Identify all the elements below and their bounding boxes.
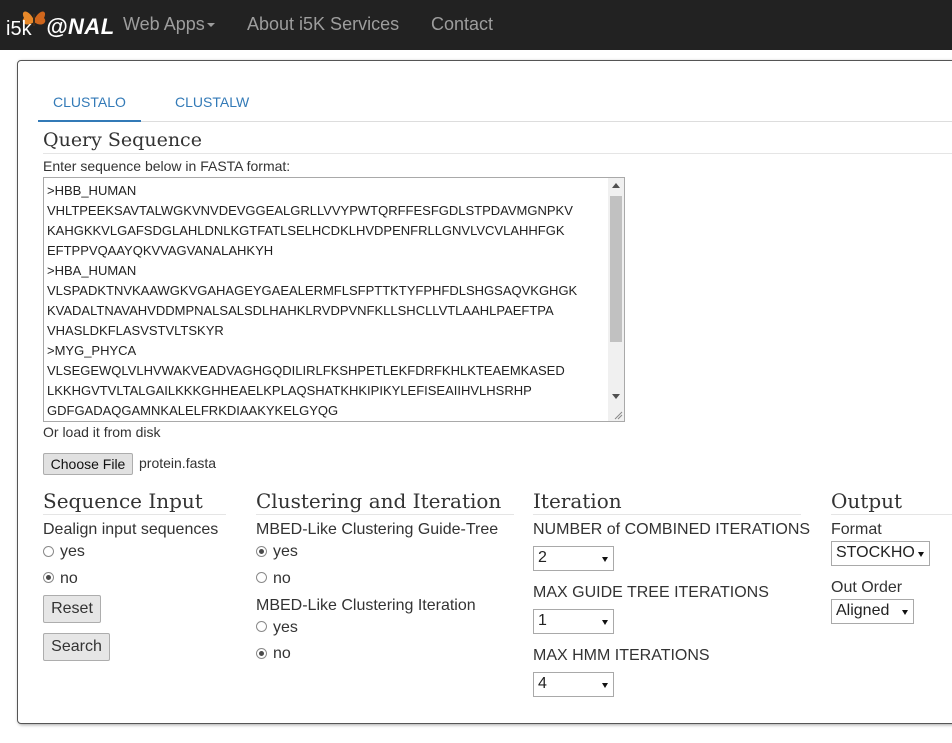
sequence-line: VLSEGEWQLVLHVWAKVEADVAGHGQDILIRLFKSHPETL… [47, 363, 565, 378]
sequence-line: KAHGKKVLGAFSDGLAHLDNLKGTFATLSELHCDKLHVDP… [47, 223, 565, 238]
top-navbar: i5k @NAL Web Apps About i5K Services Con… [0, 0, 952, 50]
combined-iterations-select[interactable]: 2 [533, 546, 614, 571]
nav-contact[interactable]: Contact [431, 14, 493, 35]
nav-about[interactable]: About i5K Services [247, 14, 399, 35]
max-guide-tree-value: 1 [538, 612, 547, 629]
clustering-iteration-no-radio[interactable] [256, 648, 267, 659]
out-order-label: Out Order [831, 579, 903, 596]
resize-grip-icon[interactable] [613, 410, 623, 420]
dealign-label: Dealign input sequences [43, 521, 219, 538]
dropdown-arrow-icon [602, 557, 608, 562]
sequence-line: GDFGADAQGAMNKALELFRKDIAAKYKELGYQG [47, 403, 339, 418]
sequence-text: >HBB_HUMAN VHLTPEEKSAVTALWGKVNVDEVGGEALGR… [47, 181, 577, 421]
main-panel: CLUSTALO CLUSTALW Query Sequence Enter s… [17, 60, 952, 724]
format-select[interactable]: STOCKHO [831, 541, 930, 566]
dropdown-arrow-icon [602, 683, 608, 688]
output-title: Output [831, 489, 903, 513]
scroll-down-icon[interactable] [612, 394, 620, 399]
clustering-title: Clustering and Iteration [256, 489, 502, 513]
sequence-line: >HBA_HUMAN [47, 263, 137, 278]
sequence-line: VLSPADKTNVKAAWGKVGAHAGEYGAEALERMFLSFPTTK… [47, 283, 578, 298]
guide-tree-no-radio[interactable] [256, 572, 267, 583]
iteration-title: Iteration [533, 489, 622, 513]
query-divider [43, 153, 952, 154]
sequence-line: LKKHGVTVLTALGAILKKKGHHEAELKPLAQSHATKHKIP… [47, 383, 532, 398]
combined-iterations-label: NUMBER of COMBINED ITERATIONS [533, 521, 811, 538]
nav-web-apps-label: Web Apps [123, 14, 205, 34]
brand-prefix: i5k [6, 18, 32, 40]
clustering-iteration-no-label[interactable]: no [273, 645, 291, 663]
sequence-input-title: Sequence Input [43, 489, 203, 513]
tab-clustalo[interactable]: CLUSTALO [38, 87, 141, 122]
sequence-line: EFTPPVQAAYQKVVAGVANALAHKYH [47, 243, 274, 258]
output-divider [831, 514, 952, 515]
sequence-line: >MYG_PHYCA [47, 343, 137, 358]
choose-file-button[interactable]: Choose File [43, 453, 133, 475]
combined-iterations-value: 2 [538, 549, 547, 566]
scrollbar-thumb[interactable] [610, 196, 622, 342]
sequence-line: VHLTPEEKSAVTALWGKVNVDEVGGEALGRLLVVYPWTQR… [47, 203, 573, 218]
dropdown-arrow-icon [602, 620, 608, 625]
selected-file-name: protein.fasta [139, 455, 217, 471]
dealign-yes-label[interactable]: yes [60, 543, 85, 561]
clustering-iteration-yes-radio[interactable] [256, 621, 267, 632]
brand-logo[interactable]: i5k @NAL [4, 6, 114, 44]
load-from-disk-label: Or load it from disk [43, 424, 161, 440]
iteration-divider [533, 514, 801, 515]
sequence-line: >HBB_HUMAN [47, 183, 137, 198]
sequence-textarea[interactable]: >HBB_HUMAN VHLTPEEKSAVTALWGKVNVDEVGGEALGR… [43, 177, 625, 422]
guide-tree-yes-label[interactable]: yes [273, 543, 298, 561]
max-guide-tree-select[interactable]: 1 [533, 609, 614, 634]
brand-text: @NAL [46, 14, 115, 39]
guide-tree-label: MBED-Like Clustering Guide-Tree [256, 521, 499, 538]
format-value: STOCKHO [836, 544, 915, 561]
guide-tree-no-label[interactable]: no [273, 570, 291, 588]
clustering-iteration-yes-label[interactable]: yes [273, 619, 298, 637]
textarea-scrollbar[interactable] [608, 178, 624, 421]
search-button[interactable]: Search [43, 633, 110, 661]
tab-clustalw[interactable]: CLUSTALW [160, 87, 264, 120]
fasta-instruction: Enter sequence below in FASTA format: [43, 158, 291, 174]
clustering-divider [256, 514, 514, 515]
dropdown-arrow-icon [902, 610, 908, 615]
sequence-input-divider [43, 514, 226, 515]
scroll-up-icon[interactable] [612, 183, 620, 188]
sequence-line: VHASLDKFLASVSTVLTSKYR [47, 323, 224, 338]
clustering-iteration-label: MBED-Like Clustering Iteration [256, 597, 476, 614]
max-hmm-value: 4 [538, 675, 547, 692]
dealign-no-radio[interactable] [43, 572, 54, 583]
max-hmm-label: MAX HMM ITERATIONS [533, 647, 710, 664]
out-order-value: Aligned [836, 602, 890, 619]
tab-bar: CLUSTALO CLUSTALW [38, 87, 952, 122]
format-label: Format [831, 521, 882, 538]
out-order-select[interactable]: Aligned [831, 599, 914, 624]
max-guide-tree-label: MAX GUIDE TREE ITERATIONS [533, 584, 769, 601]
query-sequence-title: Query Sequence [43, 129, 202, 151]
dealign-yes-radio[interactable] [43, 546, 54, 557]
guide-tree-yes-radio[interactable] [256, 546, 267, 557]
dropdown-arrow-icon [918, 552, 924, 557]
dealign-no-label[interactable]: no [60, 570, 78, 588]
nav-web-apps[interactable]: Web Apps [123, 14, 215, 35]
reset-button[interactable]: Reset [43, 595, 101, 623]
max-hmm-select[interactable]: 4 [533, 672, 614, 697]
caret-down-icon [206, 23, 215, 28]
sequence-line: KVADALTNAVAHVDDMPNALSALSDLHAHKLRVDPVNFKL… [47, 303, 554, 318]
